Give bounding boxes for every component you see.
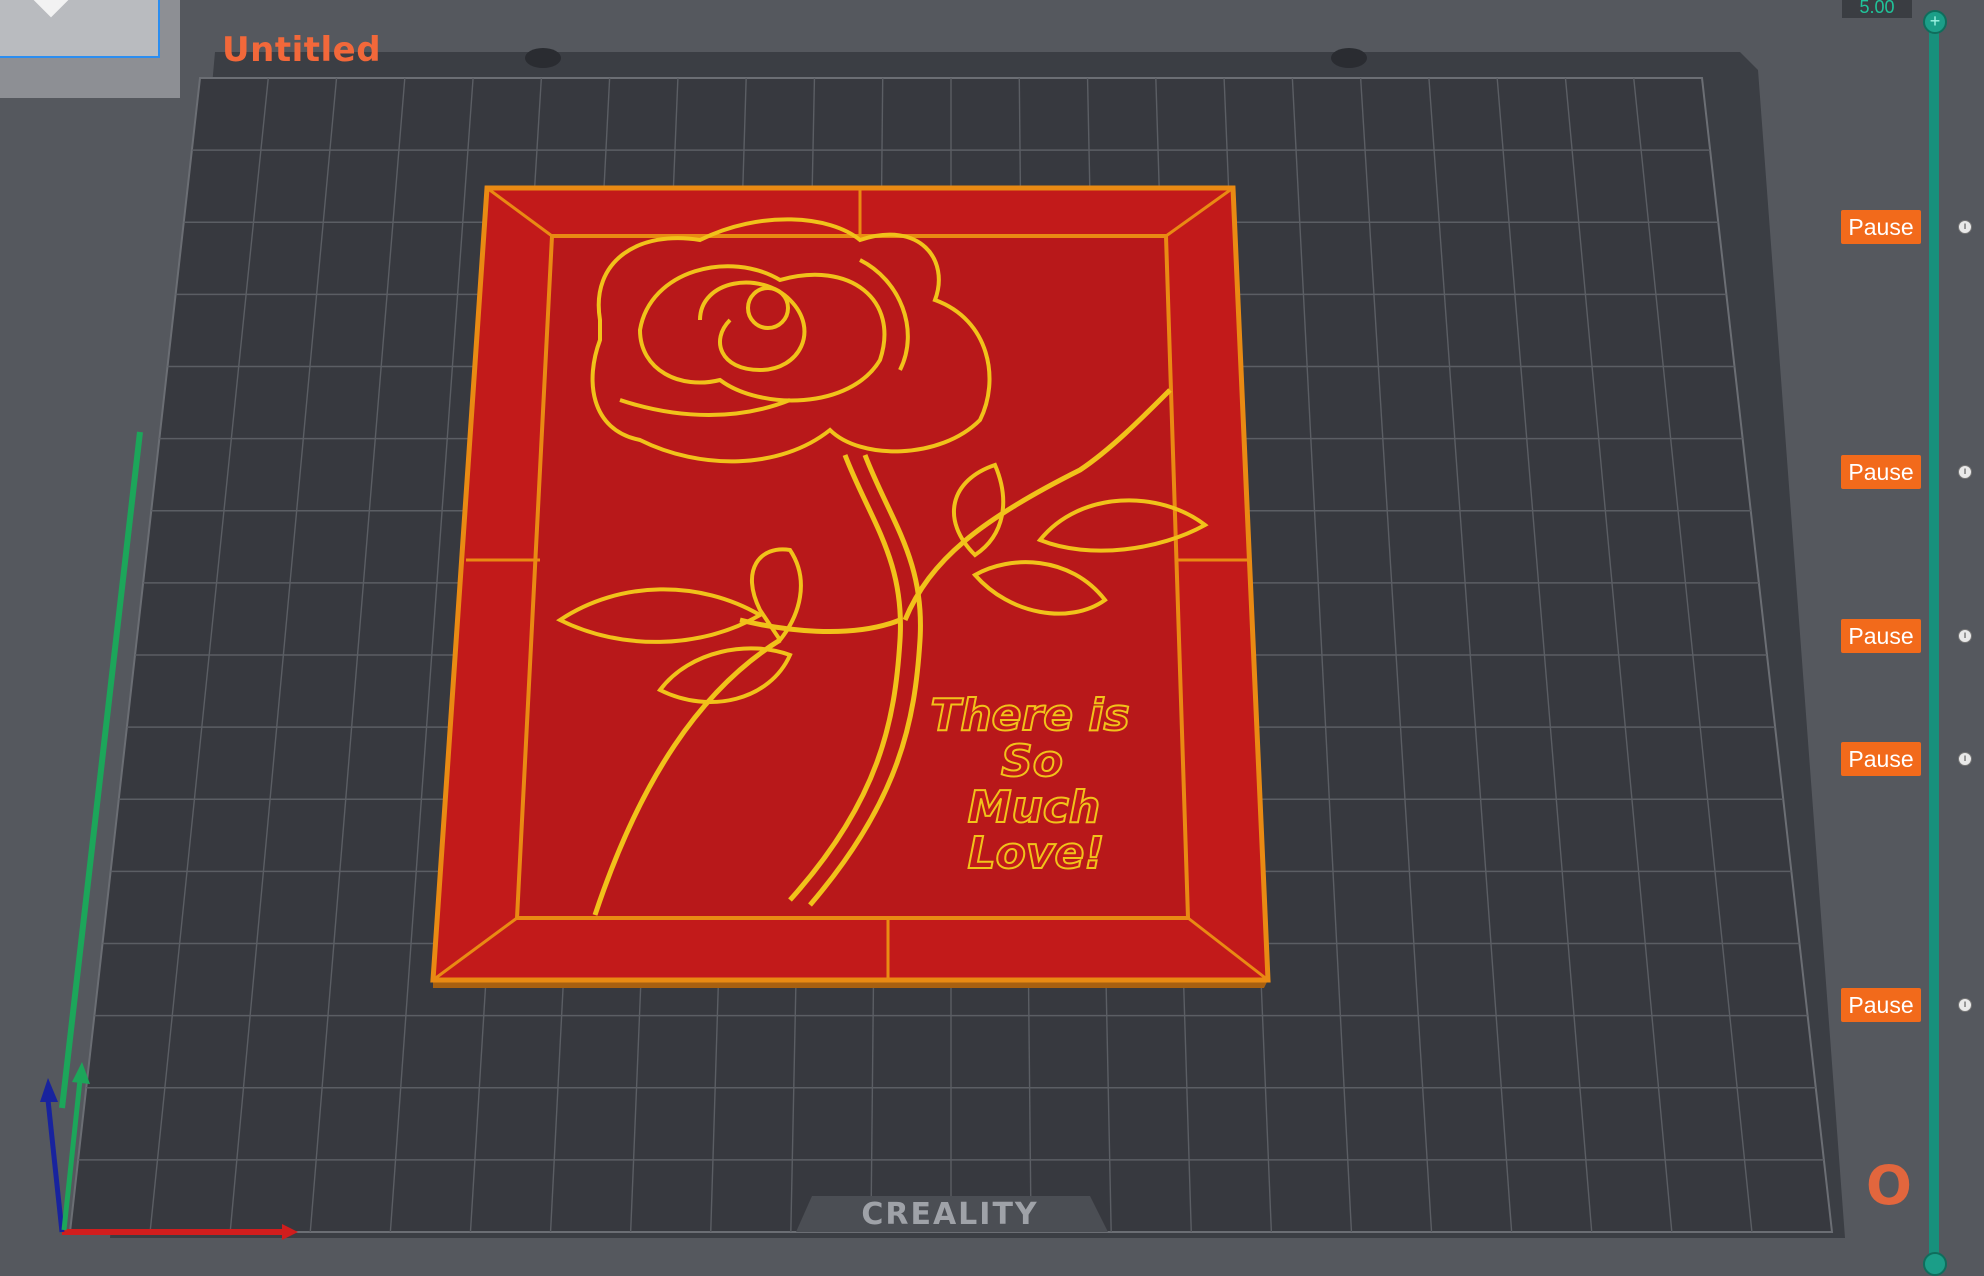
plaque-text-line-3: Much xyxy=(968,782,1101,833)
model-rose-plaque[interactable]: There is So Much Love! xyxy=(430,185,1271,988)
plus-icon[interactable]: + xyxy=(1923,10,1947,34)
pause-marker-icon[interactable]: ı xyxy=(1958,629,1972,643)
layer-slider-track[interactable] xyxy=(1929,18,1939,1264)
project-title: Untitled xyxy=(222,30,382,70)
brand-logo-icon: O xyxy=(1866,1154,1912,1217)
viewport-3d[interactable]: CREALITY There is So Much Love! xyxy=(0,0,1984,1276)
brand-logo: CREALITY xyxy=(861,1197,1038,1232)
pause-marker-icon[interactable]: ı xyxy=(1958,465,1972,479)
plaque-text-line-4: Love! xyxy=(968,828,1105,879)
pause-marker-icon[interactable]: ı xyxy=(1958,220,1972,234)
slider-bottom-handle[interactable] xyxy=(1923,1252,1947,1276)
pause-button-3[interactable]: Pause xyxy=(1841,619,1921,653)
layer-top-value: 5.00 xyxy=(1842,0,1912,18)
plate-thumbnail-selected xyxy=(0,0,160,58)
pause-button-2[interactable]: Pause xyxy=(1841,455,1921,489)
plate-thumbnail[interactable] xyxy=(0,0,180,98)
pause-marker-icon[interactable]: ı xyxy=(1958,998,1972,1012)
pause-button-5[interactable]: Pause xyxy=(1841,988,1921,1022)
pause-marker-icon[interactable]: ı xyxy=(1958,752,1972,766)
pause-button-4[interactable]: Pause xyxy=(1841,742,1921,776)
plaque-text-line-1: There is xyxy=(930,690,1129,741)
bed-clip-left xyxy=(525,48,561,68)
plaque-text-line-2: So xyxy=(1001,736,1063,787)
pause-button-1[interactable]: Pause xyxy=(1841,210,1921,244)
bed-clip-right xyxy=(1331,48,1367,68)
